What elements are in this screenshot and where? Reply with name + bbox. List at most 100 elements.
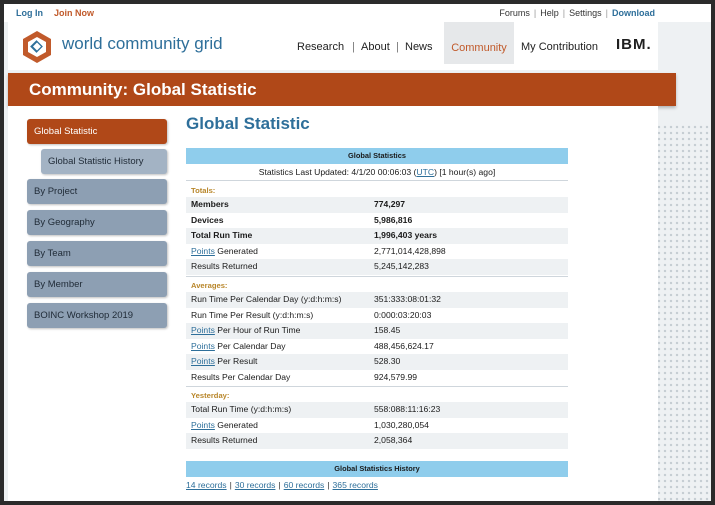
- stat-value: 774,297: [374, 199, 406, 209]
- stat-row-yesterday-run-time: Total Run Time (y:d:h:m:s) 558:088:11:16:…: [186, 402, 568, 418]
- stat-value: 1,030,280,054: [374, 420, 429, 430]
- stats-table-header: Global Statistics: [186, 148, 568, 164]
- main-content: Global Statistic Global Statistic Histor…: [8, 106, 658, 501]
- nav-research[interactable]: Research: [297, 41, 344, 53]
- stat-key: Results Returned: [191, 261, 258, 271]
- page-title: Global Statistic: [186, 114, 310, 133]
- sidebar-item-global-statistic[interactable]: Global Statistic: [27, 119, 167, 144]
- sidebar-item-by-geography[interactable]: By Geography: [27, 210, 167, 235]
- last-updated-prefix: Statistics Last Updated: 4/1/20 00:06:03…: [258, 167, 417, 177]
- stat-row-members: Members 774,297: [186, 197, 568, 213]
- stat-value: 1,996,403 years: [374, 230, 438, 240]
- points-link[interactable]: Points: [191, 420, 215, 430]
- stat-row-points-per-day: Points Per Calendar Day 488,456,624.17: [186, 339, 568, 355]
- stat-row-yesterday-points: Points Generated 1,030,280,054: [186, 418, 568, 434]
- totals-label: Totals:: [191, 186, 216, 195]
- stat-row-results-returned: Results Returned 5,245,142,283: [186, 259, 568, 275]
- stat-key: Results Returned: [191, 435, 258, 445]
- stat-row-run-time-per-day: Run Time Per Calendar Day (y:d:h:m:s) 351…: [186, 292, 568, 308]
- banner-title: Community: Global Statistic: [29, 80, 257, 99]
- utility-links: Forums | Help | Settings | Download: [499, 4, 655, 22]
- forums-link[interactable]: Forums: [499, 8, 530, 18]
- stat-value: 5,986,816: [374, 215, 413, 225]
- points-link[interactable]: Points: [191, 325, 215, 335]
- separator: |: [327, 480, 330, 490]
- separator: |: [605, 8, 608, 18]
- stat-value: 158.45: [374, 325, 401, 335]
- stat-row-results-per-day: Results Per Calendar Day 924,579.99: [186, 370, 568, 386]
- history-60-records-link[interactable]: 60 records: [284, 480, 325, 490]
- stat-row-points-generated: Points Generated 2,771,014,428,898: [186, 244, 568, 260]
- sidebar-item-by-member[interactable]: By Member: [27, 272, 167, 297]
- stat-key: Run Time Per Calendar Day (y:d:h:m:s): [191, 294, 342, 304]
- browser-viewport: Log In Join Now Forums | Help | Settings | Dow…: [4, 4, 711, 501]
- yesterday-label: Yesterday:: [191, 391, 230, 400]
- stat-value: 558:088:11:16:23: [374, 404, 441, 414]
- history-links: 14 records | 30 records | 60 records | 365 rec…: [186, 480, 378, 490]
- sidebar-item-by-project[interactable]: By Project: [27, 179, 167, 204]
- divider: [186, 276, 568, 277]
- divider: [186, 180, 568, 181]
- last-updated-suffix: ) [1 hour(s) ago]: [434, 167, 496, 177]
- nav-separator: |: [352, 41, 355, 53]
- stat-row-devices: Devices 5,986,816: [186, 213, 568, 229]
- sidebar-item-boinc-workshop[interactable]: BOINC Workshop 2019: [27, 303, 167, 328]
- separator: |: [562, 8, 566, 18]
- stat-row-run-time-per-result: Run Time Per Result (y:d:h:m:s) 0:000:03:…: [186, 308, 568, 324]
- points-link[interactable]: Points: [191, 246, 215, 256]
- stat-key: Run Time Per Result (y:d:h:m:s): [191, 310, 314, 320]
- stat-value: 488,456,624.17: [374, 341, 434, 351]
- stat-value: 528.30: [374, 356, 401, 366]
- utc-link[interactable]: UTC: [416, 167, 434, 177]
- stat-row-total-run-time: Total Run Time 1,996,403 years: [186, 228, 568, 244]
- stat-row-yesterday-results: Results Returned 2,058,364: [186, 433, 568, 449]
- history-365-records-link[interactable]: 365 records: [333, 480, 378, 490]
- stat-key: Total Run Time: [191, 230, 253, 240]
- stat-key: Devices: [191, 215, 224, 225]
- download-link[interactable]: Download: [612, 8, 655, 18]
- stat-key: Results Per Calendar Day: [191, 372, 291, 382]
- ibm-logo[interactable]: IBM.: [616, 36, 652, 53]
- separator: |: [533, 8, 537, 18]
- sidebar-item-global-statistic-history[interactable]: Global Statistic History: [41, 149, 167, 174]
- points-link[interactable]: Points: [191, 341, 215, 351]
- help-link[interactable]: Help: [540, 8, 559, 18]
- history-table-header: Global Statistics History: [186, 461, 568, 477]
- settings-link[interactable]: Settings: [569, 8, 602, 18]
- site-logo-text[interactable]: world community grid: [62, 34, 223, 54]
- nav-about[interactable]: About: [361, 41, 390, 53]
- sidebar-item-by-team[interactable]: By Team: [27, 241, 167, 266]
- divider: [186, 386, 568, 387]
- stat-row-points-per-result: Points Per Result 528.30: [186, 354, 568, 370]
- nav-news[interactable]: News: [405, 41, 433, 53]
- nav-community-active[interactable]: Community: [444, 22, 514, 64]
- stat-key: Per Hour of Run Time: [214, 325, 301, 335]
- last-updated: Statistics Last Updated: 4/1/20 00:06:03…: [186, 167, 568, 177]
- averages-label: Averages:: [191, 281, 228, 290]
- stat-value: 924,579.99: [374, 372, 418, 382]
- points-link[interactable]: Points: [191, 356, 215, 366]
- stat-key: Generated: [214, 420, 258, 430]
- history-30-records-link[interactable]: 30 records: [235, 480, 276, 490]
- site-header: world community grid Research | About | …: [8, 22, 658, 70]
- separator: |: [278, 480, 281, 490]
- login-link[interactable]: Log In: [16, 4, 43, 22]
- stat-value: 5,245,142,283: [374, 261, 429, 271]
- page-banner: Community: Global Statistic: [8, 73, 676, 106]
- nav-separator: |: [396, 41, 399, 53]
- history-14-records-link[interactable]: 14 records: [186, 480, 227, 490]
- wcg-logo-icon[interactable]: [20, 30, 54, 64]
- utility-bar: Log In Join Now Forums | Help | Settings | Dow…: [4, 4, 711, 22]
- stat-row-points-per-hour: Points Per Hour of Run Time 158.45: [186, 323, 568, 339]
- separator: |: [229, 480, 232, 490]
- stat-value: 0:000:03:20:03: [374, 310, 432, 320]
- stat-value: 2,058,364: [374, 435, 413, 445]
- stat-value: 351:333:08:01:32: [374, 294, 441, 304]
- background-pattern: [656, 124, 711, 501]
- stat-key: Per Calendar Day: [214, 341, 286, 351]
- join-now-link[interactable]: Join Now: [54, 4, 94, 22]
- stat-key: Total Run Time (y:d:h:m:s): [191, 404, 292, 414]
- stat-value: 2,771,014,428,898: [374, 246, 446, 256]
- nav-my-contribution[interactable]: My Contribution: [521, 41, 598, 53]
- stat-key: Generated: [214, 246, 258, 256]
